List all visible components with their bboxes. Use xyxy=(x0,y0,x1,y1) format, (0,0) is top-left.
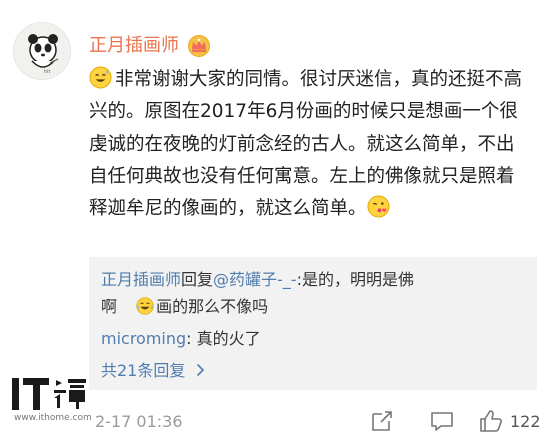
svg-text:hit: hit xyxy=(44,69,51,75)
chevron-right-icon xyxy=(197,363,205,377)
reply-text-cont-b: 画的那么不像吗 xyxy=(156,297,269,316)
reply-text: : 真的火了 xyxy=(186,329,261,348)
reply-item-continued: 啊 画的那么不像吗 xyxy=(101,296,268,318)
username-link[interactable]: 正月插画师 xyxy=(89,35,179,57)
like-icon[interactable] xyxy=(478,408,504,434)
panda-avatar-icon: hit xyxy=(14,23,70,79)
reply-author-link[interactable]: microming xyxy=(101,329,186,348)
reply-text: :是的，明明是佛 xyxy=(296,270,414,289)
crown-badge-icon[interactable] xyxy=(187,35,211,57)
reply-author-link[interactable]: 正月插画师 xyxy=(101,270,181,289)
timestamp: 2-17 01:36 xyxy=(95,412,183,431)
post-footer: 2-17 01:36 122 xyxy=(0,400,550,439)
post-body: 非常谢谢大家的同情。很讨厌迷信，真的还挺不高兴的。原图在2017年6月份画的时候… xyxy=(89,64,525,225)
view-all-replies-link[interactable]: 共21条回复 xyxy=(101,360,205,382)
reply-text-cont-a: 啊 xyxy=(101,297,118,316)
view-all-replies-label: 共21条回复 xyxy=(101,361,186,380)
reply-item[interactable]: 正月插画师回复@药罐子-_-:是的，明明是佛 xyxy=(101,269,414,291)
reply-action-label: 回复 xyxy=(181,270,214,289)
kiss-emoji-icon xyxy=(366,195,390,218)
reply-item[interactable]: microming: 真的火了 xyxy=(101,328,261,350)
avatar[interactable]: hit xyxy=(13,22,71,80)
post-text: 非常谢谢大家的同情。很讨厌迷信，真的还挺不高兴的。原图在2017年6月份画的时候… xyxy=(89,69,523,220)
share-icon[interactable] xyxy=(369,408,395,434)
laughing-tears-emoji-icon xyxy=(136,297,154,315)
replies-box: 正月插画师回复@药罐子-_-:是的，明明是佛 啊 画的那么不像吗 micromi… xyxy=(89,257,537,390)
smiling-sweat-emoji-icon xyxy=(89,66,112,89)
mention-link[interactable]: @药罐子-_- xyxy=(213,270,297,289)
post-header: 正月插画师 xyxy=(89,33,211,59)
like-count: 122 xyxy=(510,412,541,431)
comment-icon[interactable] xyxy=(429,408,455,434)
